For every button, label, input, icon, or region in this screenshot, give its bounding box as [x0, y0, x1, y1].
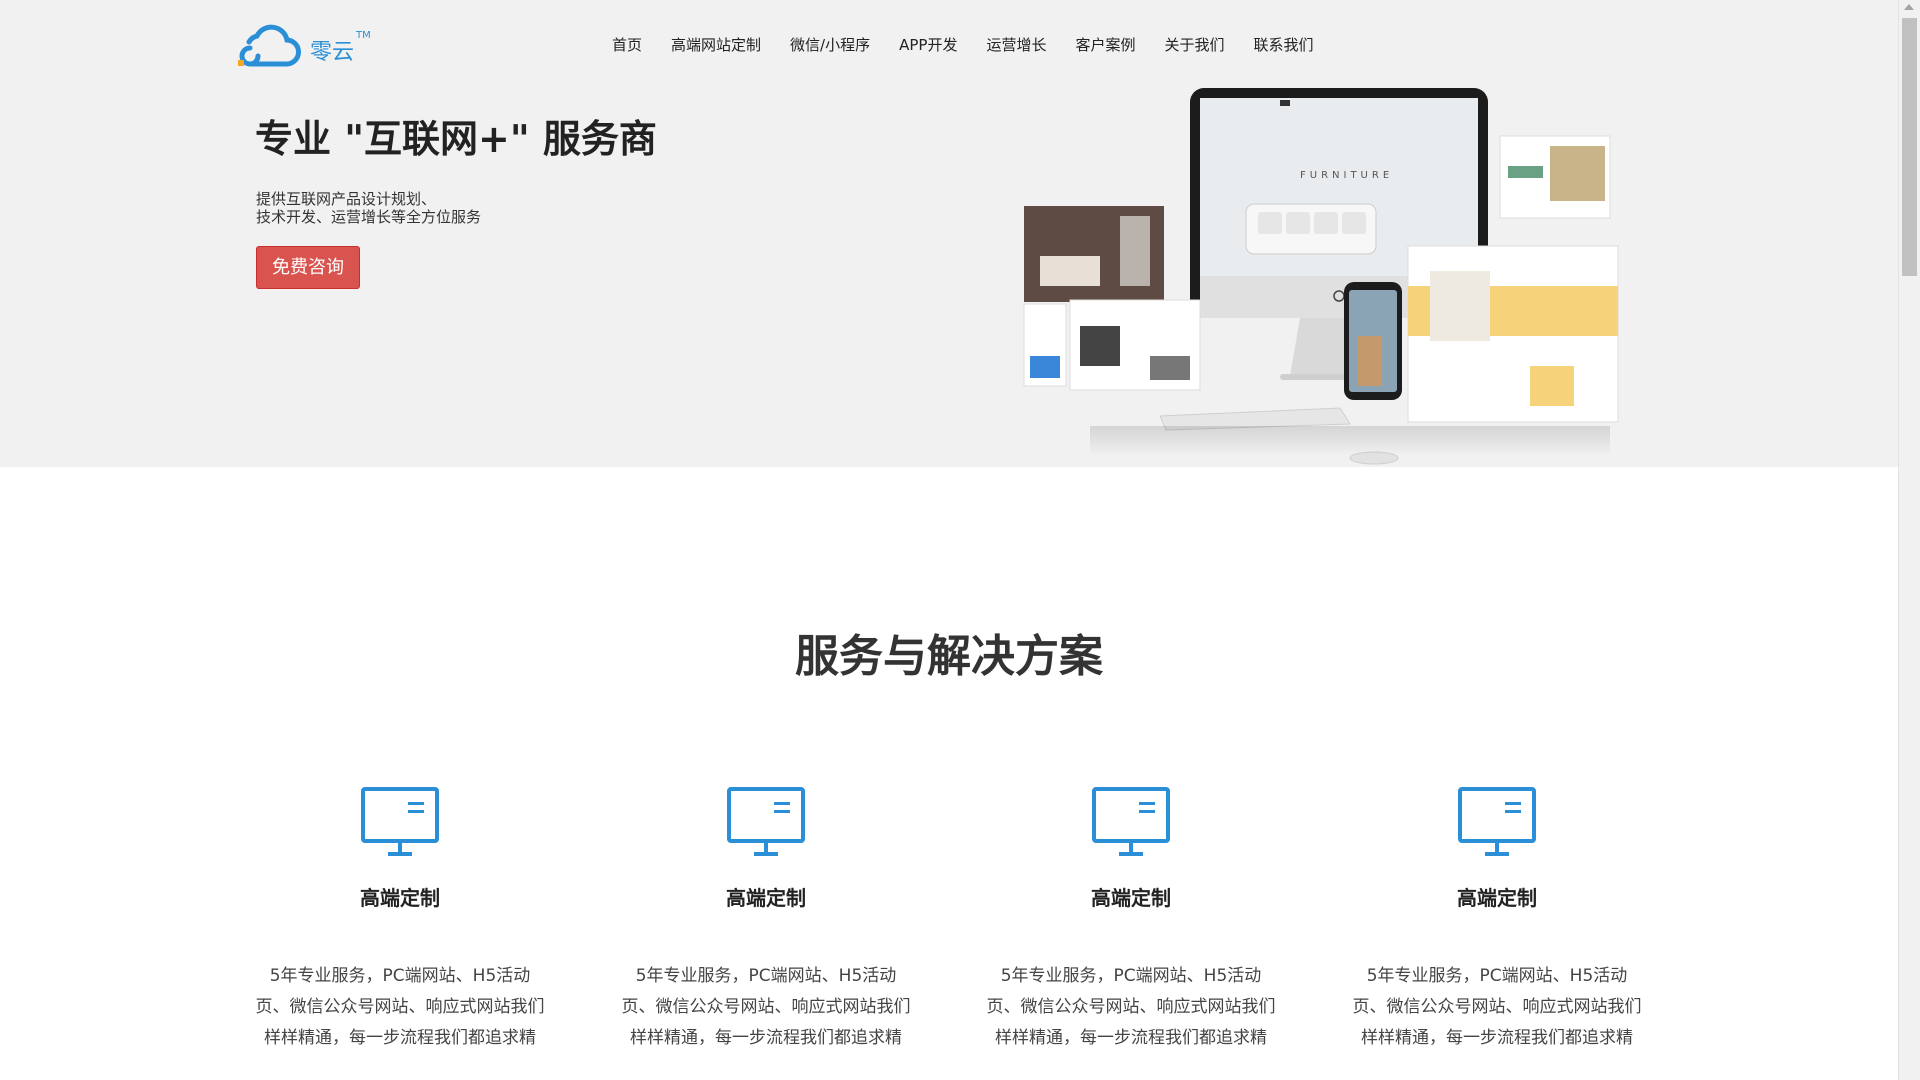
hero-section: 零云 TM 首页 高端网站定制 微信/小程序 APP开发 运营增长 客户案例 关… — [0, 0, 1898, 467]
nav-item-custom-website[interactable]: 高端网站定制 — [671, 34, 761, 55]
monitor-icon — [1458, 787, 1536, 856]
tablet-card-left — [1024, 206, 1164, 302]
page-scrollbar[interactable] — [1898, 0, 1920, 1080]
service-card-desc: 5年专业服务，PC端网站、H5活动页、微信公众号网站、响应式网站我们样样精通，每… — [621, 966, 911, 1048]
hero-title: 专业 "互联网+" 服务商 — [255, 117, 657, 161]
brand-name: 零云 — [310, 40, 355, 65]
web-card-right — [1407, 245, 1619, 423]
nav-item-about[interactable]: 关于我们 — [1164, 34, 1224, 55]
service-card-title: 高端定制 — [1091, 886, 1171, 910]
nav-item-operations[interactable]: 运营增长 — [986, 34, 1046, 55]
hero-subtitle-line-1: 提供互联网产品设计规划、 — [256, 190, 437, 208]
phone-illustration — [1344, 282, 1402, 400]
tablet-card-right-top — [1499, 135, 1611, 219]
service-card-desc: 5年专业服务，PC端网站、H5活动页、微信公众号网站、响应式网站我们样样精通，每… — [255, 966, 545, 1048]
nav-item-home[interactable]: 首页 — [612, 34, 642, 55]
service-card-title: 高端定制 — [726, 886, 806, 910]
service-card: 高端定制 5年专业服务，PC端网站、H5活动页、微信公众号网站、响应式网站我们样… — [981, 786, 1281, 1057]
devices-illustration: FURNITURE — [1023, 88, 1619, 465]
service-card-desc: 5年专业服务，PC端网站、H5活动页、微信公众号网站、响应式网站我们样样精通，每… — [986, 966, 1276, 1048]
nav-item-app-dev[interactable]: APP开发 — [899, 34, 957, 55]
main-nav: 首页 高端网站定制 微信/小程序 APP开发 运营增长 客户案例 关于我们 联系… — [612, 34, 1343, 55]
scroll-thumb[interactable] — [1902, 18, 1917, 276]
monitor-icon — [361, 787, 439, 856]
monitor-icon — [727, 787, 805, 856]
service-card: 高端定制 5年专业服务，PC端网站、H5活动页、微信公众号网站、响应式网站我们样… — [1347, 786, 1647, 1057]
nav-item-contact[interactable]: 联系我们 — [1254, 34, 1314, 55]
monitor-icon — [1092, 787, 1170, 856]
trademark-mark: TM — [356, 30, 371, 41]
free-consult-button[interactable]: 免费咨询 — [256, 246, 360, 289]
web-card-left — [1023, 299, 1201, 391]
service-card-title: 高端定制 — [360, 886, 440, 910]
service-card: 高端定制 5年专业服务，PC端网站、H5活动页、微信公众号网站、响应式网站我们样… — [616, 786, 916, 1057]
logo[interactable]: 零云 TM — [236, 20, 371, 68]
hero-subtitle: 提供互联网产品设计规划、 技术开发、运营增长等全方位服务 — [256, 190, 481, 226]
service-card: 高端定制 5年专业服务，PC端网站、H5活动页、微信公众号网站、响应式网站我们样… — [250, 786, 550, 1057]
service-card-title: 高端定制 — [1457, 886, 1537, 910]
nav-item-wechat-miniprogram[interactable]: 微信/小程序 — [790, 34, 870, 55]
cloud-logo-icon — [238, 24, 301, 67]
monitor-brand-text: FURNITURE — [1300, 170, 1393, 181]
service-card-desc: 5年专业服务，PC端网站、H5活动页、微信公众号网站、响应式网站我们样样精通，每… — [1352, 966, 1642, 1048]
services-section-title: 服务与解决方案 — [795, 631, 1103, 682]
scroll-up-arrow-icon[interactable] — [1904, 4, 1914, 10]
hero-subtitle-line-2: 技术开发、运营增长等全方位服务 — [256, 208, 482, 226]
nav-item-cases[interactable]: 客户案例 — [1075, 34, 1135, 55]
